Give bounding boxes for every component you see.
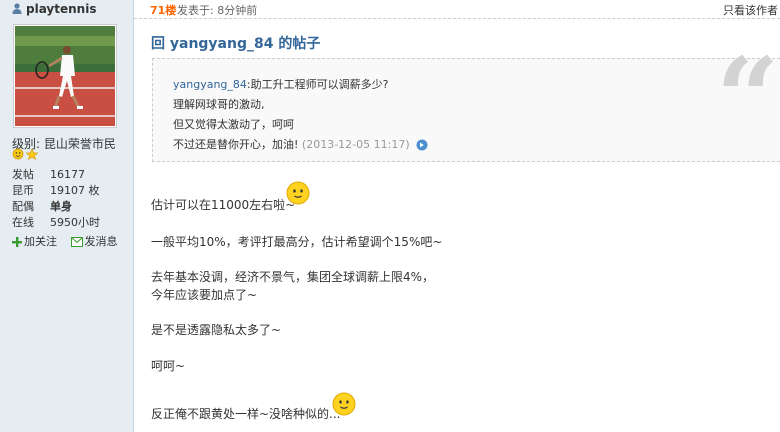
reply-title: 回 yangyang_84 的帖子 (151, 36, 321, 52)
stat-row-posts: 发帖 16177 (12, 167, 85, 182)
quote-last-line: 不过还是替你开心，加油! (2013-12-05 11:17) (173, 135, 428, 155)
quote-first-line: yangyang_84:助工升工程师可以调薪多少? (173, 75, 428, 95)
floor-number[interactable]: 71楼 (150, 2, 176, 18)
user-sidebar: playtennis 级别: 昆山荣誉市民 发帖 16177 昆币 19107 … (0, 0, 134, 432)
user-icon (12, 3, 22, 14)
username-row[interactable]: playtennis (12, 2, 96, 16)
jump-to-post-icon[interactable] (416, 139, 428, 151)
quote-line: 但又觉得太激动了，呵呵 (173, 118, 294, 131)
quote-line: 理解网球哥的激动, (173, 98, 265, 111)
post-line: 去年基本没调，经济不景气，集团全球调薪上限4%， (151, 270, 435, 284)
quote-author[interactable]: yangyang_84 (173, 78, 247, 91)
username[interactable]: playtennis (26, 2, 96, 16)
post-line: 一般平均10%，考评打最高分，估计希望调个15%吧~ (151, 235, 443, 249)
quote-block: “ yangyang_84:助工升工程师可以调薪多少? 理解网球哥的激动, 但又… (152, 43, 780, 162)
post-line: 估计可以在11000左右啦~ (151, 198, 296, 212)
smiley-icon (332, 392, 356, 416)
user-stats: 发帖 16177 昆币 19107 枚 配偶 单身 在线 5950小时 (12, 166, 100, 230)
stat-row-spouse: 配偶 单身 (12, 200, 72, 213)
quote-time: (2013-12-05 11:17) (301, 138, 410, 151)
rank-icons (12, 148, 40, 163)
follow-button[interactable]: 加关注 (12, 235, 61, 248)
post-line: 是不是透露隐私太多了~ (151, 323, 282, 337)
plus-icon (12, 237, 22, 247)
level-value[interactable]: 昆山荣誉市民 (44, 137, 116, 151)
smiley-icon (286, 181, 310, 205)
post-time: 发表于: 8分钟前 (177, 4, 258, 17)
sun-rank-icon (12, 148, 39, 161)
avatar-image (15, 26, 115, 126)
post-header: 71楼 发表于: 8分钟前 只看该作者 (134, 0, 780, 19)
post-line: 今年应该要加点了~ (151, 288, 258, 302)
only-author-link[interactable]: 只看该作者 (723, 2, 778, 18)
quote-mark-icon: “ (716, 33, 780, 162)
stat-row-coins: 昆币 19107 枚 (12, 184, 100, 197)
quote-question: :助工升工程师可以调薪多少? (246, 78, 389, 91)
post-line: 呵呵~ (151, 359, 186, 373)
quote-content: yangyang_84:助工升工程师可以调薪多少? 理解网球哥的激动, 但又觉得… (173, 75, 428, 155)
send-message-button[interactable]: 发消息 (70, 235, 118, 248)
stat-row-online: 在线 5950小时 (12, 216, 100, 229)
envelope-icon (70, 237, 83, 247)
post-line: 反正俺不跟黄处一样~没啥种似的... (151, 407, 341, 421)
user-actions: 加关注 发消息 (12, 233, 128, 249)
avatar[interactable] (13, 24, 117, 128)
